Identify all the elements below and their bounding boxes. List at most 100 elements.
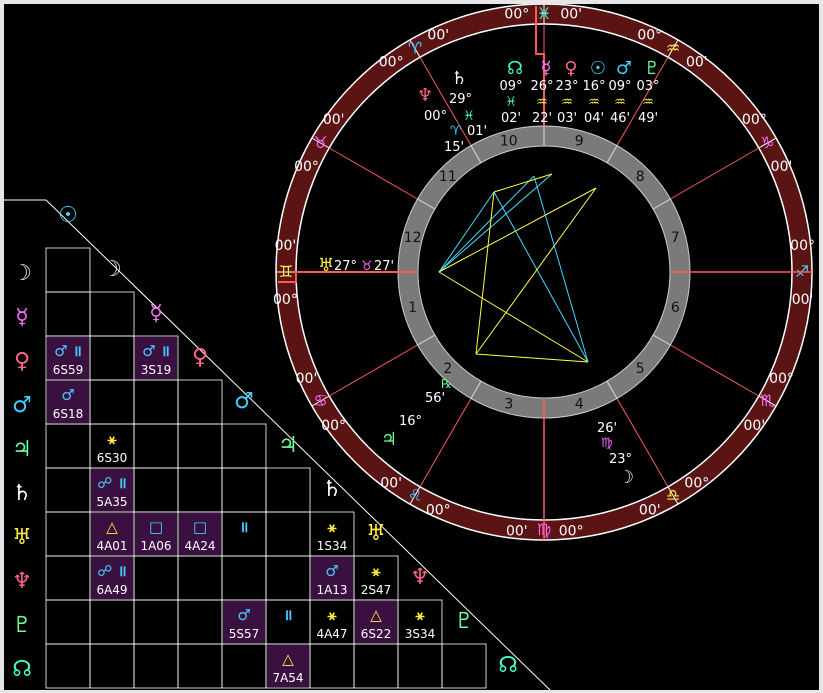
aspect-symbol-icon: ⚹ bbox=[107, 430, 116, 448]
aspect-symbol-icon: ♂ bbox=[237, 606, 250, 624]
sign-degree: 00° bbox=[321, 418, 346, 434]
mars-diagonal-icon: ♂ bbox=[234, 389, 254, 414]
planet-minute: 49' bbox=[638, 111, 658, 126]
grid-cell bbox=[221, 467, 267, 513]
sign-degree: 00° bbox=[637, 27, 662, 43]
sign-degree: 00° bbox=[504, 6, 529, 22]
aspect-symbol-icon: ॥ bbox=[240, 518, 249, 536]
grid-cell bbox=[133, 599, 179, 645]
sign-degree: 00° bbox=[769, 371, 794, 387]
house-number: 6 bbox=[671, 300, 680, 316]
moon-minute: 26' bbox=[597, 421, 617, 436]
uranus-degree: 27° bbox=[334, 259, 357, 274]
house-number: 4 bbox=[575, 396, 584, 412]
house-number: 7 bbox=[671, 230, 680, 246]
venus-icon: ♀ bbox=[564, 58, 577, 79]
sign-minute: 00' bbox=[275, 238, 297, 254]
mercury-icon: ☿ bbox=[540, 58, 551, 79]
pluto-icon: ♇ bbox=[644, 58, 660, 79]
neptune-sign: ♈ bbox=[450, 124, 462, 139]
planet-sign: ♒ bbox=[536, 95, 548, 110]
aspect-orb: 6S30 bbox=[97, 451, 128, 465]
aspect-symbol-icon: □ bbox=[149, 518, 163, 536]
sun-icon: ☉ bbox=[590, 58, 606, 79]
grid-cell bbox=[45, 423, 91, 469]
planet-sign: ♒ bbox=[561, 95, 573, 110]
grid-cell bbox=[45, 467, 91, 513]
sign-minute: 00' bbox=[744, 418, 766, 434]
aspect-symbol-icon: ♂ ॥ bbox=[54, 342, 82, 360]
planet-sign: ♒ bbox=[588, 95, 600, 110]
grid-cell bbox=[133, 467, 179, 513]
saturn-minute: 01' bbox=[467, 124, 487, 139]
aspect-orb: 6S22 bbox=[361, 627, 392, 641]
grid-cell bbox=[441, 643, 487, 689]
neptune-minute: 15' bbox=[444, 140, 464, 155]
grid-cell bbox=[45, 599, 91, 645]
moon-sign: ♍ bbox=[601, 436, 613, 451]
house-number: 5 bbox=[636, 361, 645, 377]
planet-minute: 03' bbox=[557, 111, 577, 126]
moon-diagonal-icon: ☽ bbox=[102, 257, 122, 282]
grid-cell bbox=[265, 467, 311, 513]
aspect-symbol-icon: ☍ ॥ bbox=[97, 474, 126, 492]
sign-degree: 00° bbox=[426, 503, 451, 519]
north-node-row-icon: ☊ bbox=[12, 657, 32, 682]
planet-degree: 03° bbox=[636, 79, 659, 94]
natal-wheel: ♓00° 00'♒00°00'♑00°00'♐00°00'♏00°00'♎00°0… bbox=[4, 4, 815, 690]
house-number: 9 bbox=[575, 134, 584, 150]
aspect-symbol-icon: ♂ bbox=[61, 386, 74, 404]
house-number: 8 bbox=[636, 169, 645, 185]
planet-minute: 02' bbox=[501, 111, 521, 126]
aspect-orb: 1S34 bbox=[317, 539, 348, 553]
sign-degree: 00° bbox=[559, 524, 584, 540]
neptune-diagonal-icon: ♆ bbox=[410, 565, 430, 590]
grid-cell bbox=[45, 555, 91, 601]
saturn-sign: ♓ bbox=[463, 109, 475, 124]
jupiter-degree: 16° bbox=[399, 414, 422, 429]
grid-cell bbox=[133, 643, 179, 689]
uranus-diagonal-icon: ♅ bbox=[366, 521, 386, 546]
jupiter-icon: ♃ bbox=[381, 429, 397, 450]
sun-diagonal-icon: ☉ bbox=[58, 203, 78, 228]
grid-cell bbox=[177, 467, 223, 513]
aspect-symbol-icon: △ bbox=[106, 518, 118, 536]
neptune-icon: ♆ bbox=[417, 85, 433, 106]
scorpio-icon: ♏ bbox=[760, 391, 774, 410]
aspect-symbol-icon: ☍ ॥ bbox=[97, 562, 126, 580]
uranus-sign: ♉ bbox=[361, 259, 373, 274]
north-node-icon: ☊ bbox=[507, 58, 523, 79]
jupiter-diagonal-icon: ♃ bbox=[278, 433, 298, 458]
grid-cell bbox=[177, 643, 223, 689]
aspect-orb: 3S19 bbox=[141, 363, 172, 377]
grid-cell bbox=[397, 643, 443, 689]
mars-row-icon: ♂ bbox=[12, 393, 32, 418]
libra-icon: ♎ bbox=[666, 485, 680, 504]
retrograde-icon: ℞ bbox=[441, 377, 452, 391]
sign-minute: 00' bbox=[380, 475, 402, 491]
grid-cell bbox=[45, 511, 91, 557]
capricorn-icon: ♑ bbox=[760, 133, 774, 152]
grid-cell bbox=[89, 335, 135, 381]
house-number: 11 bbox=[439, 169, 457, 185]
grid-cell bbox=[89, 599, 135, 645]
grid-cell bbox=[45, 643, 91, 689]
planet-sign: ♒ bbox=[614, 95, 626, 110]
chart-window: ♓ 00° 00' ♒ 00° 00' ♑ 00° 00' ♐ 00° 00' ♏ 00° 00' ♎ 00° 0… bbox=[0, 0, 823, 693]
house-number: 3 bbox=[504, 396, 513, 412]
aries-icon: ♈ bbox=[408, 39, 422, 58]
jupiter-minute: 56' bbox=[425, 391, 445, 406]
aspect-orb: 7A54 bbox=[272, 671, 303, 685]
aspect-orb: 4A01 bbox=[96, 539, 127, 553]
planet-degree: 09° bbox=[608, 79, 631, 94]
aspect-orb: 2S47 bbox=[361, 583, 392, 597]
uranus-icon: ♅ bbox=[318, 255, 334, 276]
sign-degree: 00° bbox=[273, 292, 298, 308]
aspect-symbol-icon: ⚹ bbox=[327, 518, 336, 536]
grid-cell bbox=[177, 599, 223, 645]
grid-cell bbox=[221, 555, 267, 601]
aspect-orb: 5S57 bbox=[229, 627, 260, 641]
grid-cell bbox=[89, 379, 135, 425]
moon-icon: ☽ bbox=[618, 467, 634, 488]
venus-row-icon: ♀ bbox=[14, 349, 30, 374]
